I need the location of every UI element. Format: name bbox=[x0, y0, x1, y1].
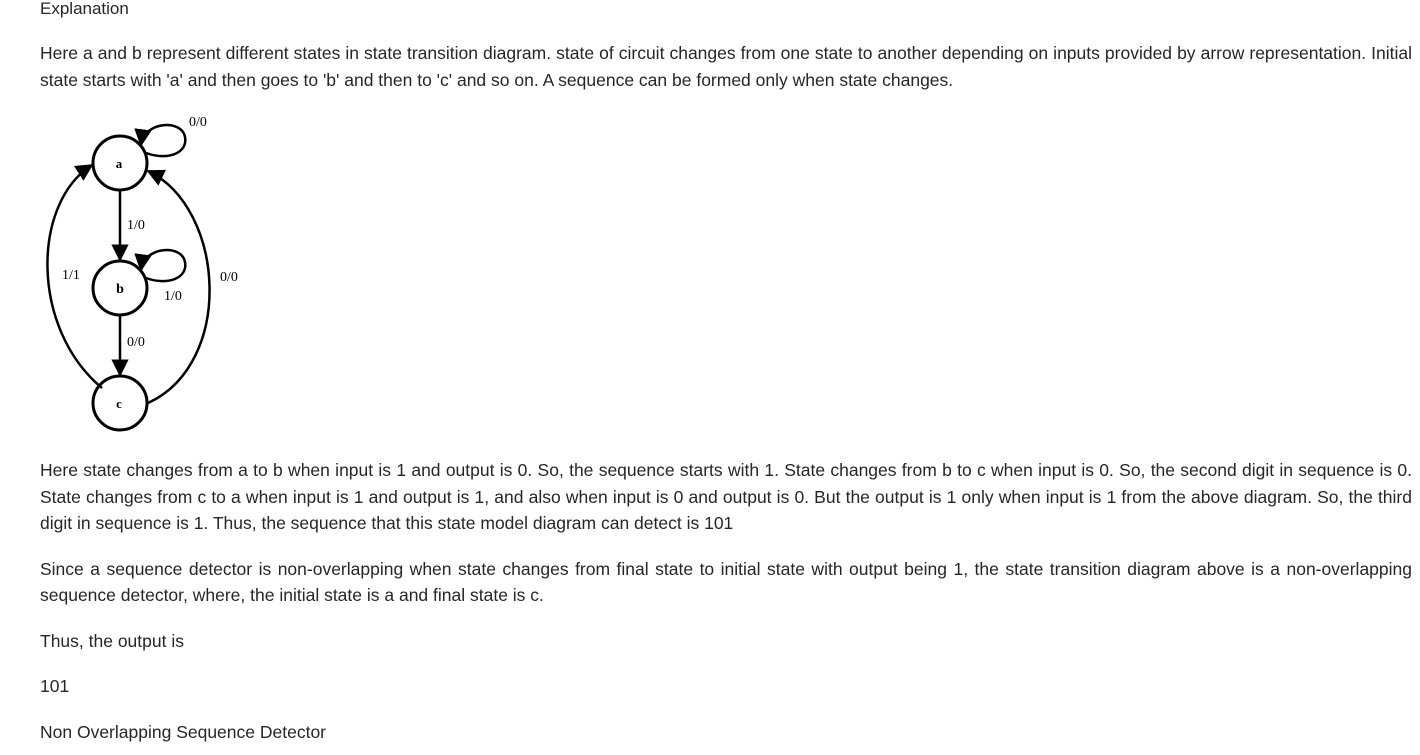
section-heading: Explanation bbox=[40, 0, 129, 18]
intro-paragraph: Here a and b represent different states … bbox=[40, 43, 1412, 90]
state-a-label: a bbox=[116, 156, 123, 171]
b-self-loop-label: 1/0 bbox=[164, 289, 182, 304]
a-to-b-label: 1/0 bbox=[127, 218, 145, 233]
explanation-section: Explanation Here a and b represent diffe… bbox=[40, 0, 1412, 745]
c-to-a-right-arc bbox=[146, 169, 211, 405]
b-to-c-label: 0/0 bbox=[127, 335, 145, 350]
sequence-explanation-paragraph: Here state changes from a to b when inpu… bbox=[40, 460, 1412, 533]
output-intro: Thus, the output is bbox=[40, 630, 184, 651]
c-to-a-right-label: 0/0 bbox=[220, 270, 238, 285]
a-self-loop bbox=[134, 123, 187, 158]
state-b-label: b bbox=[116, 282, 124, 297]
output-sequence: 101 bbox=[40, 676, 70, 696]
output-detector-type: Non Overlapping Sequence Detector bbox=[40, 721, 327, 742]
c-to-a-left-label: 1/1 bbox=[62, 268, 80, 283]
state-c-label: c bbox=[116, 396, 122, 411]
a-self-loop-label: 0/0 bbox=[189, 115, 207, 130]
b-self-loop bbox=[134, 248, 187, 283]
non-overlapping-paragraph: Since a sequence detector is non-overlap… bbox=[40, 558, 1412, 606]
state-transition-diagram: a b c 0/0 1/0 1/0 0/0 1/1 0/0 bbox=[46, 115, 238, 432]
